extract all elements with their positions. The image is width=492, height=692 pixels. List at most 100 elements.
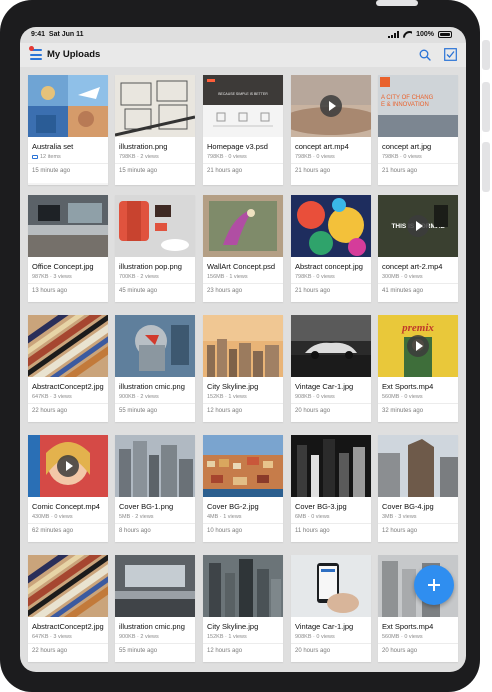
upload-time: 10 hours ago bbox=[207, 528, 243, 534]
upload-card[interactable]: Cover BG-2.jpg 4MB · 1 views 10 hours ago bbox=[203, 435, 283, 542]
notification-dot bbox=[29, 46, 34, 51]
upload-card[interactable]: concept art.mp4 798KB · 0 views 21 hours a… bbox=[291, 75, 371, 185]
thumbnail-image bbox=[203, 555, 283, 617]
upload-card[interactable]: illustration.png 798KB · 2 views 15 minute… bbox=[115, 75, 195, 185]
add-upload-button[interactable] bbox=[414, 565, 454, 605]
upload-time: 21 hours ago bbox=[295, 168, 331, 174]
file-name: Cover BG-4.jpg bbox=[382, 502, 434, 511]
file-name: Abstract concept.jpg bbox=[295, 262, 363, 271]
thumbnail-image: A CITY OF CHANG E & INNOVATION bbox=[378, 75, 458, 137]
page-title: My Uploads bbox=[47, 49, 101, 60]
folder-icon bbox=[32, 155, 38, 159]
status-time: 9:41 Sat Jun 11 bbox=[31, 31, 84, 38]
svg-text:A CITY OF CHANG: A CITY OF CHANG bbox=[381, 95, 434, 101]
upload-card[interactable]: illustration cmic.png 900KB · 2 views 55 m… bbox=[115, 315, 195, 422]
thumbnail-image bbox=[115, 555, 195, 617]
upload-time: 21 hours ago bbox=[295, 288, 331, 294]
upload-card[interactable]: WallArt Concept.psd 156MB · 1 views 23 hou… bbox=[203, 195, 283, 302]
thumbnail-image bbox=[28, 315, 108, 377]
file-name: Vintage Car-1.jpg bbox=[295, 382, 354, 391]
upload-card[interactable]: AbstractConcept2.jpg 647KB · 3 views 22 ho… bbox=[28, 555, 108, 662]
upload-card[interactable]: THIS IS NORMALconcept art-2.mp4300MB · 0… bbox=[378, 195, 458, 302]
divider bbox=[203, 283, 283, 284]
thumbnail-image bbox=[203, 315, 283, 377]
upload-time: 55 minute ago bbox=[119, 408, 158, 414]
divider bbox=[291, 643, 371, 644]
upload-time: 62 minutes ago bbox=[32, 528, 74, 534]
upload-card[interactable]: AbstractConcept2.jpg 647KB · 3 views 22 ho… bbox=[28, 315, 108, 422]
upload-card[interactable]: Vintage Car-1.jpg 908KB · 0 views 20 hours… bbox=[291, 555, 371, 662]
play-icon[interactable] bbox=[407, 215, 429, 237]
file-name: illustration.png bbox=[119, 142, 168, 151]
file-name: concept art.mp4 bbox=[295, 142, 349, 151]
divider bbox=[378, 163, 458, 164]
upload-time: 23 hours ago bbox=[207, 288, 243, 294]
volume-up-button bbox=[482, 82, 490, 132]
file-name: Cover BG-2.jpg bbox=[207, 502, 259, 511]
file-meta: 798KB · 0 views bbox=[207, 154, 247, 160]
thumbnail-image bbox=[115, 435, 195, 497]
upload-time: 21 hours ago bbox=[207, 168, 243, 174]
play-icon[interactable] bbox=[407, 335, 429, 357]
divider bbox=[115, 643, 195, 644]
thumbnail-image bbox=[291, 195, 371, 257]
file-name: City Skyline.jpg bbox=[207, 622, 259, 631]
file-meta: 156MB · 1 views bbox=[207, 274, 248, 280]
folder-card[interactable]: Australia set 12 items 15 minute ago bbox=[28, 75, 108, 186]
status-icons: 100% bbox=[388, 31, 452, 38]
file-name: illustration pop.png bbox=[119, 262, 182, 271]
wifi-icon bbox=[403, 31, 412, 38]
upload-card[interactable]: Cover BG-3.jpg 6MB · 0 views 11 hours ago bbox=[291, 435, 371, 542]
divider bbox=[115, 283, 195, 284]
battery-icon bbox=[438, 31, 452, 38]
thumbnail-image bbox=[28, 75, 108, 137]
select-mode-icon[interactable] bbox=[444, 48, 457, 61]
thumbnail-image bbox=[203, 195, 283, 257]
upload-card[interactable]: BECAUSE SIMPLE IS BETTER Homepage v3.psd 7… bbox=[203, 75, 283, 185]
file-meta: 6MB · 0 views bbox=[295, 514, 330, 520]
file-meta: 700KB · 2 views bbox=[119, 274, 159, 280]
upload-card[interactable]: City Skyline.jpg 152KB · 1 views 12 hours … bbox=[203, 315, 283, 422]
file-name: WallArt Concept.psd bbox=[207, 262, 276, 271]
file-meta: 5MB · 2 views bbox=[119, 514, 154, 520]
file-name: AbstractConcept2.jpg bbox=[32, 382, 104, 391]
play-icon[interactable] bbox=[320, 95, 342, 117]
divider bbox=[203, 403, 283, 404]
file-meta: 560MB · 0 views bbox=[382, 394, 423, 400]
upload-card[interactable]: Vintage Car-1.jpg 908KB · 0 views 20 hours… bbox=[291, 315, 371, 422]
divider bbox=[28, 403, 108, 404]
upload-time: 12 hours ago bbox=[382, 528, 418, 534]
file-name: Ext Sports.mp4 bbox=[382, 382, 434, 391]
app-header: My Uploads bbox=[20, 43, 466, 67]
file-name: Office Concept.jpg bbox=[32, 262, 94, 271]
upload-card[interactable]: Comic Concept.mp4 430MB · 0 views 62 minut… bbox=[28, 435, 108, 542]
upload-card[interactable]: Office Concept.jpg 987KB · 3 views 13 hour… bbox=[28, 195, 108, 302]
search-icon[interactable] bbox=[419, 49, 431, 61]
thumbnail-image bbox=[291, 435, 371, 497]
upload-card[interactable]: premix Ext Sports.mp4 560MB · 0 views 32 mi… bbox=[378, 315, 458, 422]
divider bbox=[378, 283, 458, 284]
upload-card[interactable]: Cover BG-1.png 5MB · 2 views 8 hours ago bbox=[115, 435, 195, 542]
divider bbox=[203, 163, 283, 164]
upload-card[interactable]: A CITY OF CHANG E & INNOVATION concept art… bbox=[378, 75, 458, 185]
upload-card[interactable]: illustration cmic.png 900KB · 2 views 55 m… bbox=[115, 555, 195, 662]
folder-stack-edge bbox=[28, 183, 108, 186]
file-name: City Skyline.jpg bbox=[207, 382, 259, 391]
side-button-1 bbox=[482, 40, 490, 70]
upload-card[interactable]: illustration pop.png 700KB · 2 views 45 mi… bbox=[115, 195, 195, 302]
upload-time: 12 hours ago bbox=[207, 648, 243, 654]
upload-card[interactable]: City Skyline.jpg 152KB · 1 views 12 hours … bbox=[203, 555, 283, 662]
upload-card[interactable]: Cover BG-4.jpg 3MB · 3 views 12 hours ago bbox=[378, 435, 458, 542]
divider bbox=[291, 403, 371, 404]
divider bbox=[115, 403, 195, 404]
divider bbox=[378, 523, 458, 524]
file-meta: 900KB · 2 views bbox=[119, 634, 159, 640]
upload-card[interactable]: Abstract concept.jpg 798KB · 0 views 21 ho… bbox=[291, 195, 371, 302]
play-icon[interactable] bbox=[57, 455, 79, 477]
upload-time: 21 hours ago bbox=[382, 168, 418, 174]
status-bar: 9:41 Sat Jun 11 100% bbox=[20, 27, 466, 43]
file-name: AbstractConcept2.jpg bbox=[32, 622, 104, 631]
file-name: Homepage v3.psd bbox=[207, 142, 268, 151]
upload-time: 45 minute ago bbox=[119, 288, 158, 294]
divider bbox=[28, 643, 108, 644]
